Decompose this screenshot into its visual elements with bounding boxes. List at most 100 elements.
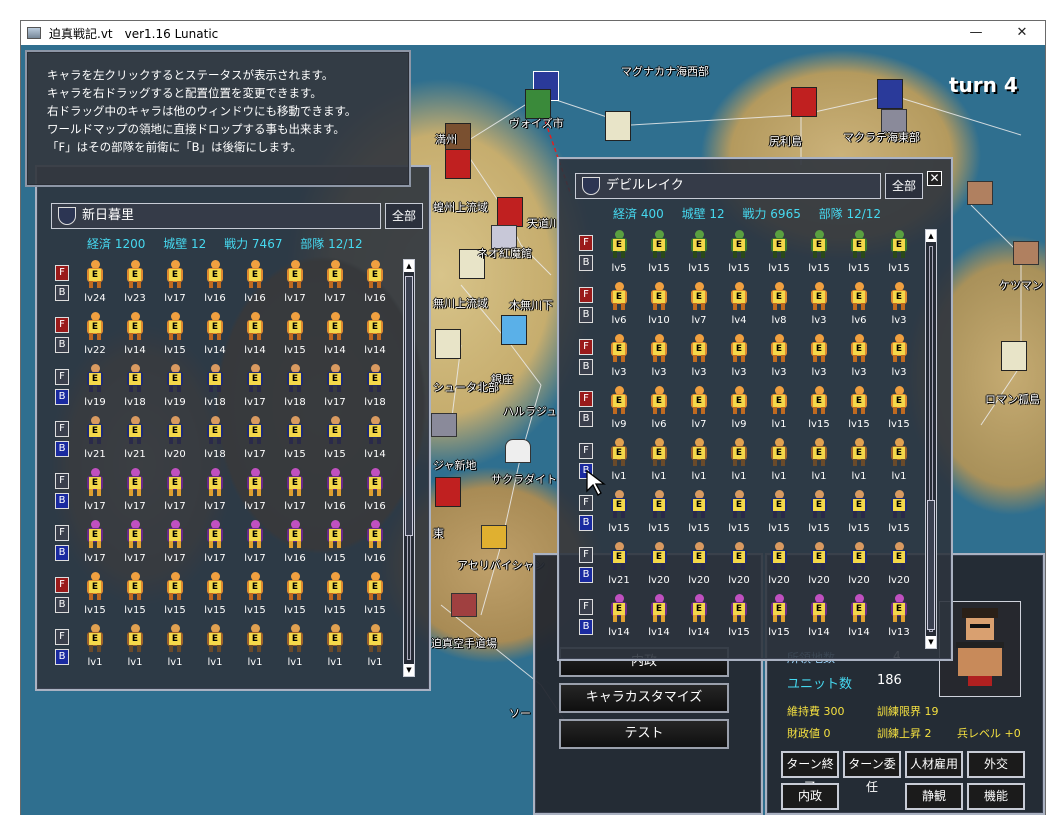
territory-flag[interactable]: [445, 149, 471, 179]
territory-flag[interactable]: [435, 329, 461, 359]
unit-card[interactable]: Elv20: [639, 541, 679, 591]
unit-card[interactable]: Elv15: [879, 489, 919, 539]
unit-card[interactable]: Elv18: [195, 363, 235, 413]
scroll-thumb[interactable]: [405, 276, 413, 536]
unit-card[interactable]: Elv17: [235, 415, 275, 465]
unit-card[interactable]: Elv17: [155, 467, 195, 517]
unit-card[interactable]: Elv22: [75, 311, 115, 361]
territory-flag[interactable]: [1001, 341, 1027, 371]
unit-card[interactable]: Elv6: [839, 281, 879, 331]
unit-card[interactable]: Elv15: [839, 489, 879, 539]
close-panel-icon[interactable]: ✕: [927, 171, 942, 186]
unit-card[interactable]: Elv14: [315, 311, 355, 361]
end-turn-button[interactable]: ターン終了: [781, 751, 839, 794]
unit-card[interactable]: Elv14: [195, 311, 235, 361]
unit-card[interactable]: Elv17: [115, 467, 155, 517]
unit-card[interactable]: Elv18: [115, 363, 155, 413]
unit-card[interactable]: Elv16: [355, 467, 395, 517]
unit-card[interactable]: Elv1: [759, 437, 799, 487]
unit-scrollbar[interactable]: ▲ ▼: [403, 259, 415, 677]
unit-card[interactable]: Elv15: [115, 571, 155, 621]
back-toggle-button[interactable]: B: [579, 567, 593, 583]
unit-card[interactable]: Elv8: [759, 281, 799, 331]
castle-icon[interactable]: [1013, 241, 1039, 265]
back-toggle-button[interactable]: B: [579, 307, 593, 323]
unit-card[interactable]: Elv4: [719, 281, 759, 331]
scroll-down-icon[interactable]: ▼: [926, 636, 936, 648]
back-toggle-button[interactable]: B: [55, 545, 69, 561]
back-toggle-button[interactable]: B: [55, 597, 69, 613]
castle-icon[interactable]: [505, 439, 531, 463]
unit-card[interactable]: Elv17: [315, 259, 355, 309]
unit-card[interactable]: Elv3: [799, 333, 839, 383]
unit-card[interactable]: Elv14: [639, 593, 679, 643]
unit-card[interactable]: Elv13: [879, 593, 919, 643]
unit-card[interactable]: Elv16: [235, 259, 275, 309]
back-toggle-button[interactable]: B: [55, 337, 69, 353]
unit-card[interactable]: Elv15: [879, 385, 919, 435]
back-toggle-button[interactable]: B: [55, 649, 69, 665]
unit-card[interactable]: Elv19: [155, 363, 195, 413]
front-toggle-button[interactable]: F: [55, 265, 69, 281]
test-menu-button[interactable]: テスト: [559, 719, 729, 749]
front-toggle-button[interactable]: F: [55, 317, 69, 333]
front-toggle-button[interactable]: F: [55, 525, 69, 541]
unit-card[interactable]: Elv1: [315, 623, 355, 673]
territory-flag[interactable]: [791, 87, 817, 117]
unit-card[interactable]: Elv21: [599, 541, 639, 591]
unit-card[interactable]: Elv15: [275, 311, 315, 361]
unit-card[interactable]: Elv17: [75, 467, 115, 517]
unit-card[interactable]: Elv15: [275, 571, 315, 621]
castle-icon[interactable]: [431, 413, 457, 437]
watch-button[interactable]: 静観: [905, 783, 963, 810]
front-toggle-button[interactable]: F: [55, 473, 69, 489]
unit-card[interactable]: Elv9: [599, 385, 639, 435]
front-toggle-button[interactable]: F: [579, 235, 593, 251]
unit-card[interactable]: Elv23: [115, 259, 155, 309]
back-toggle-button[interactable]: B: [55, 285, 69, 301]
unit-card[interactable]: Elv16: [355, 519, 395, 569]
unit-card[interactable]: Elv15: [839, 229, 879, 279]
back-toggle-button[interactable]: B: [579, 359, 593, 375]
unit-card[interactable]: Elv16: [355, 259, 395, 309]
back-toggle-button[interactable]: B: [579, 411, 593, 427]
naisei-button[interactable]: 内政: [781, 783, 839, 810]
scroll-up-icon[interactable]: ▲: [404, 260, 414, 272]
unit-card[interactable]: Elv17: [195, 519, 235, 569]
unit-card[interactable]: Elv15: [679, 229, 719, 279]
world-map[interactable]: マグナカナ海西部 ヴォイズ市 満州 マクラデ海東部 尻利島 蝗州上流域 天道川 …: [21, 45, 1045, 815]
delegate-turn-button[interactable]: ターン委任: [843, 751, 901, 794]
unit-card[interactable]: Elv21: [115, 415, 155, 465]
unit-card[interactable]: Elv15: [759, 489, 799, 539]
unit-card[interactable]: Elv3: [599, 333, 639, 383]
unit-card[interactable]: Elv18: [355, 363, 395, 413]
unit-card[interactable]: Elv17: [275, 259, 315, 309]
unit-scrollbar[interactable]: ▲ ▼: [925, 229, 937, 649]
unit-card[interactable]: Elv15: [679, 489, 719, 539]
customize-menu-button[interactable]: キャラカスタマイズ: [559, 683, 729, 713]
unit-card[interactable]: Elv15: [275, 415, 315, 465]
unit-card[interactable]: Elv1: [879, 437, 919, 487]
unit-card[interactable]: Elv16: [195, 259, 235, 309]
unit-card[interactable]: Elv15: [75, 571, 115, 621]
select-all-button[interactable]: 全部: [885, 173, 923, 199]
front-toggle-button[interactable]: F: [579, 287, 593, 303]
unit-card[interactable]: Elv14: [839, 593, 879, 643]
front-toggle-button[interactable]: F: [579, 547, 593, 563]
unit-card[interactable]: Elv17: [155, 259, 195, 309]
unit-card[interactable]: Elv6: [639, 385, 679, 435]
unit-card[interactable]: Elv20: [155, 415, 195, 465]
unit-card[interactable]: Elv9: [719, 385, 759, 435]
unit-card[interactable]: Elv10: [639, 281, 679, 331]
unit-card[interactable]: Elv14: [799, 593, 839, 643]
diplomacy-button[interactable]: 外交: [967, 751, 1025, 778]
unit-card[interactable]: Elv20: [719, 541, 759, 591]
unit-card[interactable]: Elv14: [355, 415, 395, 465]
territory-flag[interactable]: [435, 477, 461, 507]
unit-card[interactable]: Elv15: [719, 593, 759, 643]
unit-card[interactable]: Elv15: [879, 229, 919, 279]
unit-card[interactable]: Elv14: [235, 311, 275, 361]
front-toggle-button[interactable]: F: [579, 391, 593, 407]
front-toggle-button[interactable]: F: [579, 495, 593, 511]
unit-card[interactable]: Elv15: [315, 571, 355, 621]
